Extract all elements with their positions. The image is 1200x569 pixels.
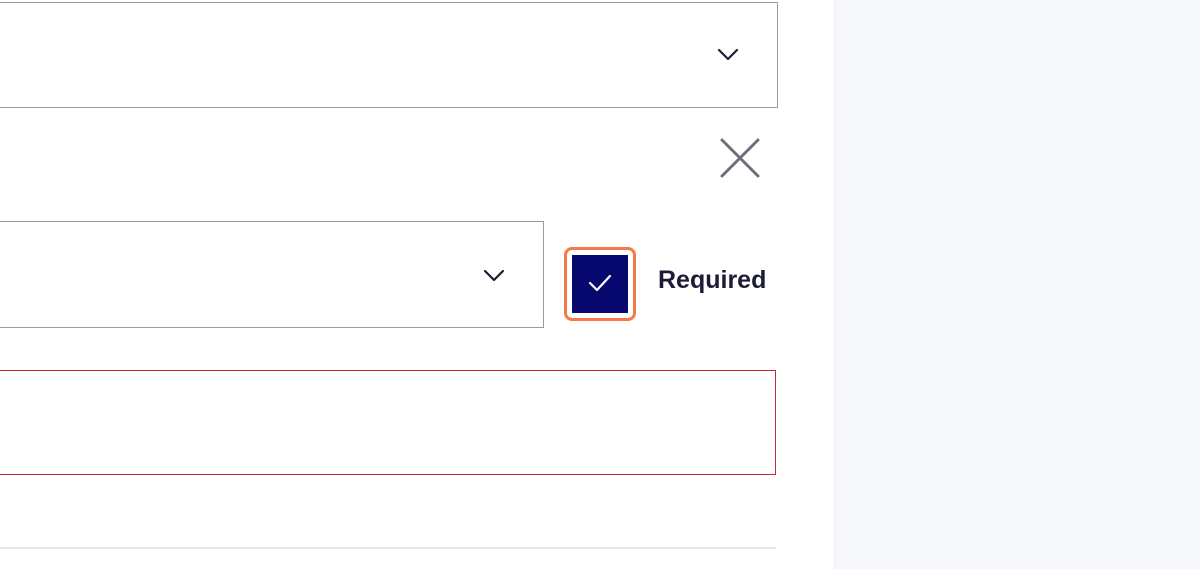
chevron-down-icon xyxy=(717,48,739,61)
remove-field-button[interactable] xyxy=(716,134,764,182)
required-checkbox-box[interactable] xyxy=(572,255,628,313)
chevron-down-icon xyxy=(483,269,505,282)
checkmark-icon xyxy=(588,274,612,292)
side-panel xyxy=(834,0,1200,569)
required-checkbox[interactable] xyxy=(564,247,636,321)
page: Required xyxy=(0,0,1200,569)
divider xyxy=(0,547,776,549)
form-panel: Required xyxy=(0,0,834,569)
top-select[interactable] xyxy=(0,2,778,108)
close-icon xyxy=(720,138,760,178)
required-label: Required xyxy=(658,266,767,294)
text-field[interactable] xyxy=(0,370,776,475)
field-type-select[interactable] xyxy=(0,221,544,328)
